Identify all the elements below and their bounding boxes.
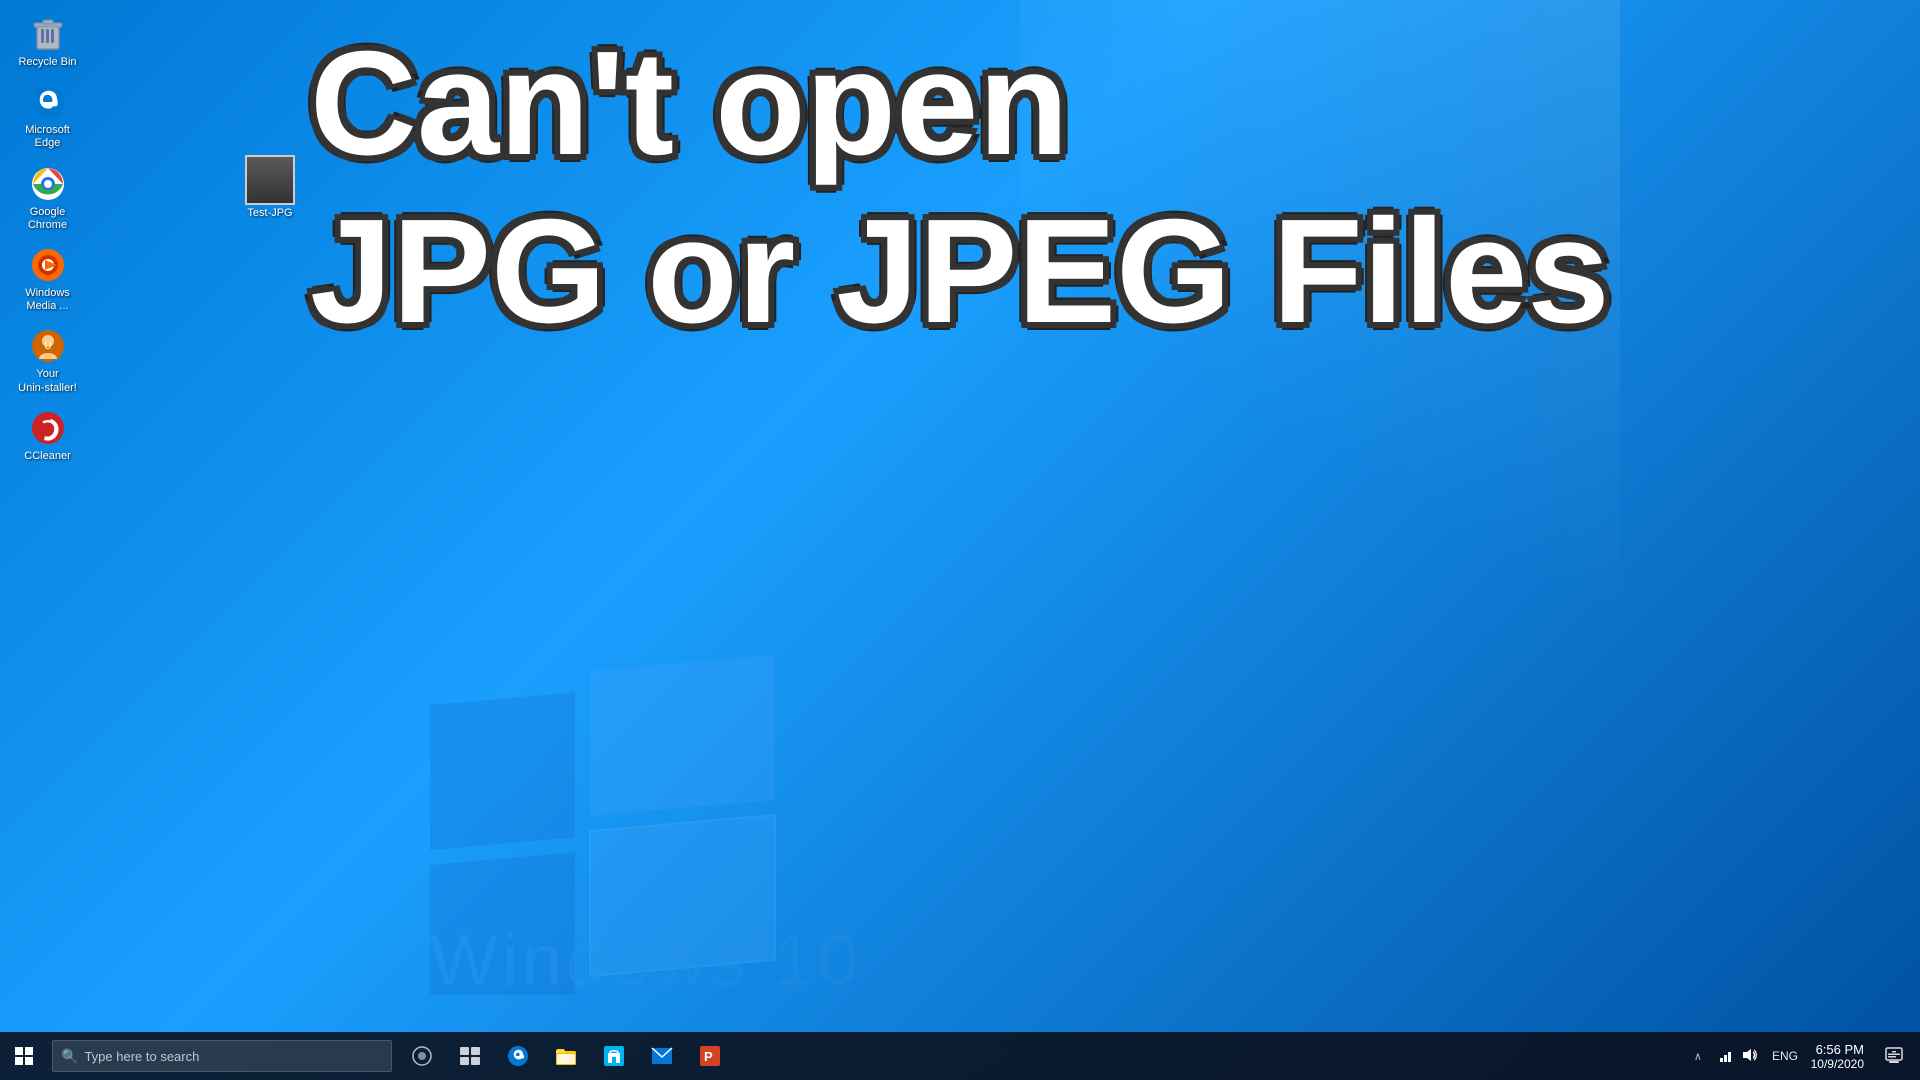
recycle-bin-icon — [28, 14, 68, 54]
taskbar-search[interactable]: 🔍 Type here to search — [52, 1040, 392, 1072]
ccleaner-icon — [28, 408, 68, 448]
headline-line2: JPG or JPEG Files — [310, 198, 1860, 346]
task-view-button[interactable] — [446, 1032, 494, 1080]
taskbar-mail-button[interactable] — [638, 1032, 686, 1080]
windows-media-icon — [28, 245, 68, 285]
system-tray: ∧ ENG 6:56 PM 10/9/2020 — [1690, 1032, 1920, 1080]
taskbar-powerpoint-button[interactable]: P — [686, 1032, 734, 1080]
test-jpg-label: Test-JPG — [247, 207, 292, 219]
chrome-label: GoogleChrome — [28, 206, 67, 232]
desktop-icons-column: Recycle Bin MicrosoftEdge GoogleChrome — [10, 10, 85, 467]
svg-text:Windows 10: Windows 10 — [430, 921, 862, 995]
taskbar: 🔍 Type here to search — [0, 1032, 1920, 1080]
desktop-icon-chrome[interactable]: GoogleChrome — [10, 160, 85, 236]
windows-media-label: WindowsMedia ... — [25, 287, 70, 313]
clock-time: 6:56 PM — [1816, 1042, 1864, 1057]
taskbar-store-button[interactable] — [590, 1032, 638, 1080]
desktop-icon-uninstaller[interactable]: U YourUnin-staller! — [10, 322, 85, 398]
uninstaller-icon: U — [28, 326, 68, 366]
start-icon — [15, 1047, 33, 1065]
recycle-bin-label: Recycle Bin — [18, 56, 76, 69]
headline-line1: Can't open — [310, 30, 1860, 178]
system-clock[interactable]: 6:56 PM 10/9/2020 — [1802, 1042, 1872, 1071]
desktop-icon-recycle-bin[interactable]: Recycle Bin — [10, 10, 85, 73]
edge-label: MicrosoftEdge — [25, 124, 70, 150]
tray-volume-icon[interactable] — [1738, 1045, 1760, 1068]
svg-text:U: U — [44, 341, 51, 352]
search-placeholder-text: Type here to search — [84, 1049, 199, 1064]
tray-network-icon[interactable] — [1714, 1045, 1736, 1068]
desktop-icon-ccleaner[interactable]: CCleaner — [10, 404, 85, 467]
taskbar-pinned-apps: P — [398, 1032, 734, 1080]
test-jpg-thumbnail — [245, 155, 295, 205]
search-icon: 🔍 — [61, 1048, 78, 1065]
taskbar-explorer-button[interactable] — [542, 1032, 590, 1080]
desktop-icon-windows-media[interactable]: WindowsMedia ... — [10, 241, 85, 317]
headline-container: Can't open JPG or JPEG Files — [310, 30, 1860, 346]
windows10-watermark: Windows 10 — [430, 645, 1050, 1000]
start-button[interactable] — [0, 1032, 48, 1080]
taskbar-edge-button[interactable] — [494, 1032, 542, 1080]
cortana-button[interactable] — [398, 1032, 446, 1080]
clock-date: 10/9/2020 — [1811, 1057, 1864, 1071]
tray-icons-container — [1706, 1045, 1768, 1068]
tray-language[interactable]: ENG — [1768, 1049, 1802, 1063]
svg-text:P: P — [704, 1049, 713, 1064]
chrome-icon — [28, 164, 68, 204]
tray-overflow-button[interactable]: ∧ — [1690, 1048, 1706, 1065]
uninstaller-label: YourUnin-staller! — [18, 368, 77, 394]
desktop-file-test-jpg[interactable]: Test-JPG — [230, 155, 310, 219]
action-center-button[interactable] — [1872, 1032, 1916, 1080]
edge-icon — [28, 82, 68, 122]
desktop-icon-edge[interactable]: MicrosoftEdge — [10, 78, 85, 154]
ccleaner-label: CCleaner — [24, 450, 70, 463]
